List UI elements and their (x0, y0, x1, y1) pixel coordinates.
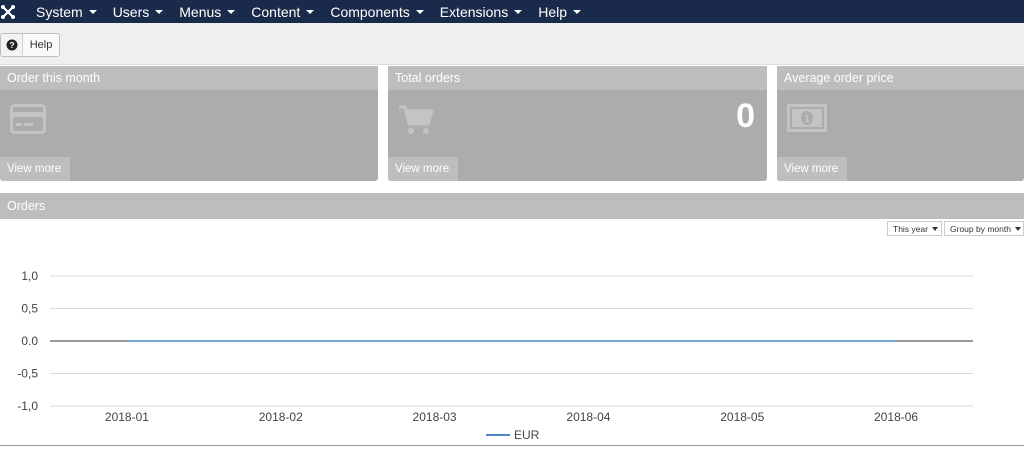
y-tick-label: 1,0 (21, 269, 38, 283)
menu-system[interactable]: System (28, 0, 105, 23)
toolbar: ? Help (0, 23, 1024, 65)
caret-down-icon (227, 10, 236, 14)
credit-card-icon (10, 104, 46, 139)
orders-section-title: Orders (0, 193, 1024, 219)
y-tick-label: -1,0 (17, 399, 38, 413)
caret-down-icon (88, 10, 97, 14)
x-tick-label: 2018-06 (874, 410, 918, 424)
view-more-link[interactable]: View more (777, 157, 848, 181)
panel-title: Order this month (0, 66, 378, 90)
menu-extensions-label: Extensions (439, 3, 509, 20)
svg-text:?: ? (9, 40, 14, 50)
panel-order-this-month: Order this month View more (0, 66, 378, 181)
menu-users[interactable]: Users (105, 0, 172, 23)
question-circle-icon: ? (1, 34, 23, 56)
main-menu: System Users Menus Content Components Ex… (28, 0, 589, 23)
menu-users-label: Users (112, 3, 150, 20)
caret-down-icon (155, 10, 164, 14)
total-orders-value: 0 (736, 97, 755, 135)
panel-title: Average order price (777, 66, 1024, 90)
y-tick-label: 0,5 (21, 302, 38, 316)
svg-text:1: 1 (804, 114, 810, 125)
help-button[interactable]: ? Help (0, 33, 60, 57)
menu-menus-label: Menus (179, 3, 222, 20)
money-bill-icon: 1 (787, 104, 827, 137)
panel-title: Total orders (388, 66, 767, 90)
caret-down-icon (514, 10, 523, 14)
panel-total-orders: Total orders 0 View more (388, 66, 767, 181)
menu-components[interactable]: Components (322, 0, 431, 23)
caret-down-icon (1014, 226, 1021, 231)
menu-system-label: System (36, 3, 83, 20)
x-tick-label: 2018-03 (413, 410, 457, 424)
group-by-select[interactable]: Group by month (944, 221, 1024, 236)
menu-help[interactable]: Help (530, 0, 589, 23)
x-tick-label: 2018-02 (259, 410, 303, 424)
help-button-label: Help (29, 39, 53, 51)
shopping-cart-icon (398, 104, 434, 141)
menu-components-label: Components (330, 3, 410, 20)
x-tick-label: 2018-05 (720, 410, 764, 424)
y-tick-label: -0,5 (17, 367, 38, 381)
orders-line-chart: 1,0 0,5 0.0 -0,5 -1,0 2018-01 2018-02 2018-03 20… (17, 269, 973, 442)
bottom-divider (0, 445, 1024, 446)
menu-content-label: Content (251, 3, 301, 20)
panel-average-order-price: Average order price 1 View more (777, 66, 1024, 181)
top-navbar: System Users Menus Content Components Ex… (0, 0, 1024, 23)
x-tick-label: 2018-04 (566, 410, 610, 424)
x-tick-label: 2018-01 (105, 410, 149, 424)
joomla-logo-icon[interactable] (0, 0, 19, 23)
view-more-link[interactable]: View more (388, 157, 459, 181)
y-tick-label: 0.0 (21, 334, 38, 348)
menu-content[interactable]: Content (243, 0, 322, 23)
period-select[interactable]: This year (887, 221, 942, 236)
legend-label: EUR (514, 428, 540, 442)
caret-down-icon (931, 226, 938, 231)
caret-down-icon (573, 10, 581, 14)
caret-down-icon (306, 10, 315, 14)
menu-menus[interactable]: Menus (171, 0, 243, 23)
view-more-link[interactable]: View more (0, 157, 71, 181)
menu-help-label: Help (538, 3, 567, 20)
group-by-select-value: Group by month (950, 223, 1011, 234)
period-select-value: This year (893, 223, 928, 234)
caret-down-icon (415, 10, 424, 14)
menu-extensions[interactable]: Extensions (432, 0, 530, 23)
